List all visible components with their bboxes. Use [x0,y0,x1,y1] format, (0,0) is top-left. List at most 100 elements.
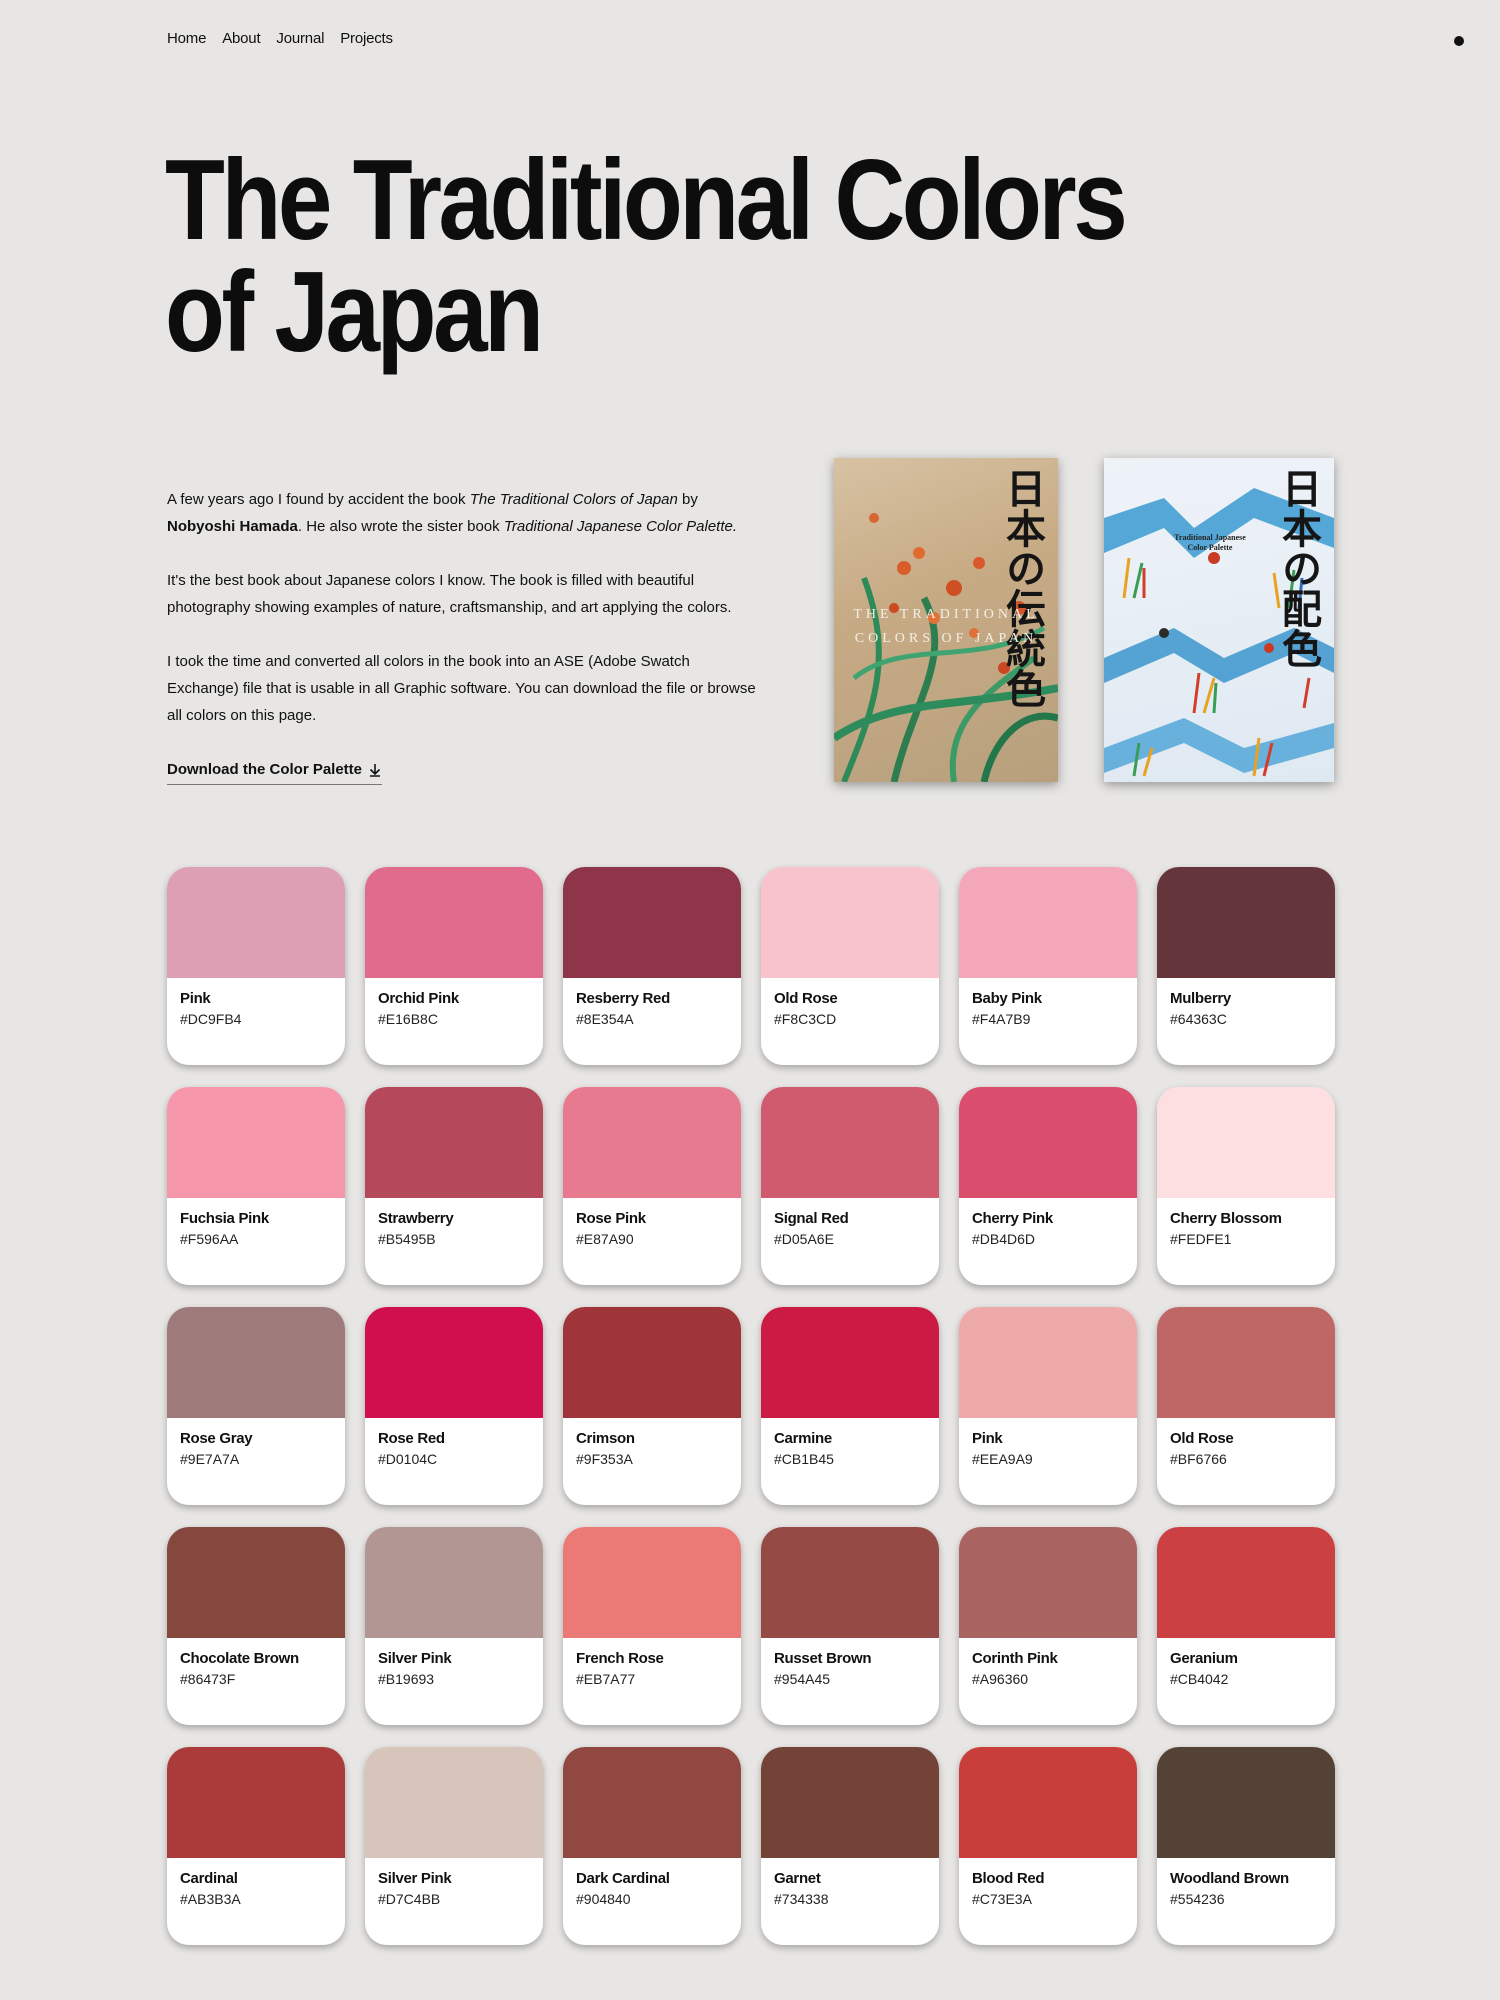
color-name: Chocolate Brown [180,1650,299,1667]
color-info: Carmine #CB1B45 [761,1418,939,1480]
intro-text: A few years ago I found by accident the … [167,486,757,785]
nav-projects-link[interactable]: Projects [340,30,393,47]
color-swatch [959,1527,1137,1638]
color-swatch [563,1307,741,1418]
color-card[interactable]: Old Rose #F8C3CD [761,867,939,1065]
color-hex: #F8C3CD [774,1011,837,1027]
nav-journal-link[interactable]: Journal [276,30,324,47]
color-swatch [761,1747,939,1858]
color-card[interactable]: Woodland Brown #554236 [1157,1747,1335,1945]
color-info: French Rose #EB7A77 [563,1638,741,1700]
color-card[interactable]: Chocolate Brown #86473F [167,1527,345,1725]
book2-title: 日本の配色 [1275,468,1322,668]
author-name: Nobyoshi Hamada [167,518,298,535]
color-swatch-grid: Pink #DC9FB4 Orchid Pink #E16B8C Resberry Re… [167,867,1335,1945]
color-swatch [563,867,741,978]
color-name: Garnet [774,1870,821,1887]
color-info: Mulberry #64363C [1157,978,1335,1040]
color-card[interactable]: Cardinal #AB3B3A [167,1747,345,1945]
color-info: Old Rose #F8C3CD [761,978,939,1040]
color-card[interactable]: Garnet #734338 [761,1747,939,1945]
color-hex: #BF6766 [1170,1451,1227,1467]
color-info: Corinth Pink #A96360 [959,1638,1137,1700]
color-swatch [959,1087,1137,1198]
color-card[interactable]: Pink #DC9FB4 [167,867,345,1065]
color-swatch [563,1527,741,1638]
color-swatch [761,1527,939,1638]
color-name: Mulberry [1170,990,1231,1007]
color-card[interactable]: Fuchsia Pink #F596AA [167,1087,345,1285]
color-swatch [1157,1087,1335,1198]
color-hex: #B5495B [378,1231,436,1247]
color-name: Old Rose [774,990,838,1007]
color-hex: #554236 [1170,1891,1225,1907]
color-hex: #AB3B3A [180,1891,241,1907]
color-swatch [761,1307,939,1418]
color-card[interactable]: Old Rose #BF6766 [1157,1307,1335,1505]
color-name: Cherry Blossom [1170,1210,1282,1227]
color-card[interactable]: Signal Red #D05A6E [761,1087,939,1285]
color-info: Cardinal #AB3B3A [167,1858,345,1920]
color-card[interactable]: Cherry Blossom #FEDFE1 [1157,1087,1335,1285]
color-name: Silver Pink [378,1650,452,1667]
color-info: Dark Cardinal #904840 [563,1858,741,1920]
book-title-reference: The Traditional Colors of Japan [469,491,678,508]
color-info: Chocolate Brown #86473F [167,1638,345,1700]
color-swatch [365,867,543,978]
download-palette-link[interactable]: Download the Color Palette [167,756,383,785]
color-swatch [1157,867,1335,978]
color-card[interactable]: Rose Red #D0104C [365,1307,543,1505]
color-info: Pink #DC9FB4 [167,978,345,1040]
sister-book-reference: Traditional Japanese Color Palette. [503,518,738,535]
color-hex: #86473F [180,1671,236,1687]
color-swatch [365,1527,543,1638]
color-name: Carmine [774,1430,832,1447]
color-card[interactable]: Rose Gray #9E7A7A [167,1307,345,1505]
color-card[interactable]: French Rose #EB7A77 [563,1527,741,1725]
color-card[interactable]: Geranium #CB4042 [1157,1527,1335,1725]
color-info: Strawberry #B5495B [365,1198,543,1260]
color-swatch [365,1307,543,1418]
color-card[interactable]: Strawberry #B5495B [365,1087,543,1285]
color-card[interactable]: Pink #EEA9A9 [959,1307,1137,1505]
color-name: Crimson [576,1430,635,1447]
menu-dot-icon[interactable] [1454,36,1464,46]
color-hex: #D7C4BB [378,1891,441,1907]
color-card[interactable]: Silver Pink #D7C4BB [365,1747,543,1945]
color-hex: #EB7A77 [576,1671,636,1687]
color-hex: #8E354A [576,1011,634,1027]
color-card[interactable]: Blood Red #C73E3A [959,1747,1137,1945]
color-swatch [761,867,939,978]
color-info: Woodland Brown #554236 [1157,1858,1335,1920]
color-card[interactable]: Baby Pink #F4A7B9 [959,867,1137,1065]
color-hex: #FEDFE1 [1170,1231,1232,1247]
color-card[interactable]: Orchid Pink #E16B8C [365,867,543,1065]
color-card[interactable]: Resberry Red #8E354A [563,867,741,1065]
color-swatch [761,1087,939,1198]
color-card[interactable]: Crimson #9F353A [563,1307,741,1505]
color-card[interactable]: Corinth Pink #A96360 [959,1527,1137,1725]
color-name: Woodland Brown [1170,1870,1289,1887]
color-hex: #F4A7B9 [972,1011,1031,1027]
color-name: Corinth Pink [972,1650,1058,1667]
color-swatch [1157,1307,1335,1418]
color-hex: #734338 [774,1891,829,1907]
color-card[interactable]: Mulberry #64363C [1157,867,1335,1065]
color-hex: #DB4D6D [972,1231,1036,1247]
color-card[interactable]: Russet Brown #954A45 [761,1527,939,1725]
color-hex: #904840 [576,1891,631,1907]
color-name: Resberry Red [576,990,670,1007]
color-info: Garnet #734338 [761,1858,939,1920]
color-hex: #DC9FB4 [180,1011,242,1027]
book-cover-traditional-colors: 日本の伝統色 THE TRADITIONAL COLORS OF JAPAN [834,458,1058,782]
color-card[interactable]: Cherry Pink #DB4D6D [959,1087,1137,1285]
page-title: The Traditional Colors of Japan [165,137,1128,376]
color-info: Resberry Red #8E354A [563,978,741,1040]
color-swatch [959,1307,1137,1418]
nav-home-link[interactable]: Home [167,30,206,47]
nav-about-link[interactable]: About [222,30,260,47]
color-card[interactable]: Dark Cardinal #904840 [563,1747,741,1945]
color-card[interactable]: Silver Pink #B19693 [365,1527,543,1725]
color-card[interactable]: Rose Pink #E87A90 [563,1087,741,1285]
color-card[interactable]: Carmine #CB1B45 [761,1307,939,1505]
